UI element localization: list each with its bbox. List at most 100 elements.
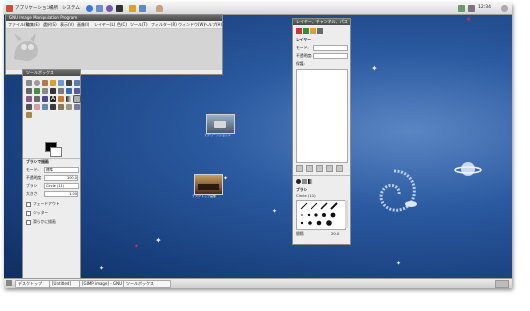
workspace-switcher[interactable] [495, 280, 509, 288]
taskbar-item[interactable]: ツールボックス [123, 280, 171, 288]
menu-colors[interactable]: 色(C) [117, 22, 127, 28]
browser-icon[interactable] [86, 5, 93, 12]
menu-tools[interactable]: ツール(T) [130, 22, 148, 28]
crop-tool-icon[interactable] [58, 88, 64, 94]
toolbox-title[interactable]: ツールボックス [23, 70, 80, 76]
menu-windows[interactable]: ウィンドウ(W) [178, 22, 205, 28]
menu-view[interactable]: 表示(V) [60, 22, 74, 28]
size-label: 大きさ [26, 191, 38, 196]
layers-tab-icon[interactable] [296, 28, 302, 34]
pencil-tool-icon[interactable] [73, 95, 81, 103]
heal-tool-icon[interactable] [66, 104, 72, 110]
menu-edit[interactable]: 編集(E) [26, 22, 40, 28]
photo-thumbnail [198, 184, 219, 190]
terminal-icon[interactable] [116, 5, 123, 12]
power-icon[interactable] [501, 5, 508, 12]
desktop-icon-label[interactable]: デスクトップ画像 [192, 194, 216, 198]
jitter-checkbox[interactable]: ジッター [26, 210, 48, 216]
layers-dialog-window[interactable]: レイヤー、チャンネル、パス レイヤー モード: 不透明度: 保護: ブラシ Ci… [292, 18, 351, 245]
menu-layer[interactable]: レイヤー(L) [94, 22, 115, 28]
brush-select[interactable]: Circle (11) [44, 183, 79, 189]
rect-select-tool-icon[interactable] [26, 80, 32, 86]
opacity-slider[interactable]: 100.0 [44, 175, 78, 181]
layer-mode-select[interactable] [313, 45, 348, 51]
bucket-fill-tool-icon[interactable] [58, 96, 64, 102]
clone-tool-icon[interactable] [58, 104, 64, 110]
lower-layer-icon[interactable] [316, 165, 323, 172]
star-decoration: ✦ [155, 236, 162, 245]
clock[interactable]: 12:34 [478, 5, 491, 10]
brush-name: Circle (11) [296, 193, 316, 198]
shear-tool-icon[interactable] [26, 96, 32, 102]
desktop-image-icon[interactable] [206, 114, 235, 134]
size-slider[interactable]: 1.00 [44, 191, 78, 197]
desktop-icon-label[interactable]: スクリーンショット [204, 133, 231, 137]
delete-layer-icon[interactable] [336, 165, 343, 172]
eraser-tool-icon[interactable] [34, 104, 40, 110]
taskbar-item[interactable]: デスクトップ [15, 280, 51, 288]
desktop-image-icon[interactable] [194, 174, 223, 195]
menu-image[interactable]: 画像(I) [77, 22, 89, 28]
text-tool-icon[interactable]: A [50, 96, 56, 102]
ink-tool-icon[interactable] [50, 104, 56, 110]
blend-tool-icon[interactable] [66, 96, 72, 102]
menu-filters[interactable]: フィルター(R) [151, 22, 177, 28]
applications-menu[interactable]: アプリケーション [15, 5, 51, 11]
paintbrush-tool-icon[interactable] [26, 104, 32, 110]
airbrush-tool-icon[interactable] [42, 104, 48, 110]
color-picker-tool-icon[interactable] [26, 88, 32, 94]
color-select-tool-icon[interactable] [58, 80, 64, 86]
brushes-tab-icon[interactable] [296, 179, 301, 184]
smudge-tool-icon[interactable] [74, 104, 80, 110]
measure-tool-icon[interactable] [42, 88, 48, 94]
layers-dialog-title[interactable]: レイヤー、チャンネル、パス [293, 19, 350, 25]
tool-grid: A [26, 80, 81, 118]
gimp-launcher-icon[interactable] [156, 5, 163, 12]
duplicate-layer-icon[interactable] [326, 165, 333, 172]
messenger-icon[interactable] [106, 5, 113, 12]
menu-help[interactable]: ヘルプ(H) [204, 22, 222, 28]
paths-tab-icon[interactable] [310, 28, 316, 34]
new-layer-icon[interactable] [296, 165, 303, 172]
dodge-burn-tool-icon[interactable] [26, 112, 32, 118]
editor-icon[interactable] [129, 5, 136, 12]
taskbar-item[interactable]: [GIMP image] - GNU Image [79, 280, 125, 288]
places-menu[interactable]: 場所 [49, 5, 58, 11]
perspective-tool-icon[interactable] [34, 96, 40, 102]
show-desktop-icon[interactable] [6, 280, 12, 286]
spacing-value[interactable]: 20.0 [331, 231, 339, 236]
patterns-tab-icon[interactable] [302, 179, 307, 184]
rotate-tool-icon[interactable] [66, 88, 72, 94]
brush-grid[interactable] [296, 200, 346, 230]
toolbox-window[interactable]: ツールボックス A ブラシで描画 モード: 標準 不透明度 100.0 ブラシ … [22, 69, 81, 286]
zoom-tool-icon[interactable] [34, 88, 40, 94]
menu-select[interactable]: 選択(S) [43, 22, 57, 28]
gradients-tab-icon[interactable] [308, 179, 313, 184]
background-color-swatch[interactable] [50, 147, 62, 157]
undo-tab-icon[interactable] [317, 28, 323, 34]
paths-tool-icon[interactable] [74, 80, 80, 86]
ellipse-select-tool-icon[interactable] [34, 80, 40, 86]
scale-tool-icon[interactable] [74, 88, 80, 94]
raise-layer-icon[interactable] [306, 165, 313, 172]
layer-opacity-slider[interactable] [313, 53, 348, 59]
layer-list[interactable] [296, 69, 348, 163]
scissors-tool-icon[interactable] [66, 80, 72, 86]
lasso-tool-icon[interactable] [42, 80, 48, 86]
smooth-checkbox[interactable]: 滑らかに描画 [26, 219, 56, 225]
foot-logo-icon[interactable] [6, 5, 13, 12]
brush-scrollbar[interactable] [345, 200, 348, 228]
fade-checkbox[interactable]: フェードアウト [26, 201, 60, 207]
mail-icon[interactable] [96, 5, 103, 12]
system-menu[interactable]: システム [62, 5, 80, 11]
channels-tab-icon[interactable] [303, 28, 309, 34]
volume-icon[interactable] [468, 5, 475, 12]
gimp-main-window[interactable]: GNU Image Manipulation Program ファイル(F) 編… [5, 14, 223, 75]
move-tool-icon[interactable] [50, 88, 56, 94]
debian-swirl-decoration [379, 169, 416, 212]
screenshot-icon[interactable] [139, 5, 146, 12]
fuzzy-select-tool-icon[interactable] [50, 80, 56, 86]
mode-select[interactable]: 標準 [44, 167, 79, 173]
flip-tool-icon[interactable] [42, 96, 48, 102]
taskbar-item[interactable]: [Untitled] [49, 280, 81, 288]
